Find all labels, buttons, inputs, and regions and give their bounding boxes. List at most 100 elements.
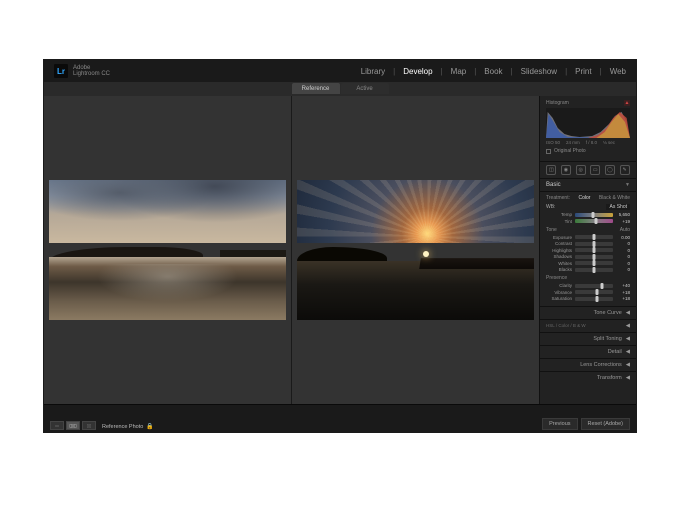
blacks-label: Blacks [546, 267, 572, 272]
module-book[interactable]: Book [484, 67, 502, 76]
whites-slider[interactable]: Whites 0 [546, 261, 630, 266]
chevron-left-icon: ◀ [626, 375, 630, 381]
reference-view-button[interactable]: ◫◫ [66, 421, 80, 430]
compare-tabs: Reference Active [44, 82, 636, 96]
saturation-value[interactable]: +18 [616, 296, 630, 301]
app-window: Lr Adobe Lightroom CC Library| Develop| … [43, 59, 637, 433]
brush-tool-icon[interactable]: ✎ [620, 165, 630, 175]
chevron-left-icon: ◀ [626, 362, 630, 368]
view-mode-buttons: ▭ ◫◫ ▯▯ [50, 421, 96, 430]
blacks-value[interactable]: 0 [616, 267, 630, 272]
brand-text: Adobe Lightroom CC [73, 65, 110, 77]
module-library[interactable]: Library [361, 67, 385, 76]
previous-button[interactable]: Previous [542, 418, 577, 430]
module-print[interactable]: Print [575, 67, 591, 76]
original-photo-checkbox[interactable] [546, 149, 551, 154]
chevron-down-icon: ▼ [625, 182, 630, 188]
clarity-label: Clarity [546, 283, 572, 288]
clarity-slider[interactable]: Clarity +40 [546, 283, 630, 288]
contrast-value[interactable]: 0 [616, 241, 630, 246]
vibrance-value[interactable]: +18 [616, 290, 630, 295]
basic-panel-header[interactable]: Basic ▼ [540, 179, 636, 192]
reference-pane[interactable] [44, 96, 291, 404]
module-web[interactable]: Web [610, 67, 626, 76]
brand: Lr Adobe Lightroom CC [54, 64, 110, 78]
temp-slider[interactable]: Temp 5,650 [546, 212, 630, 217]
wb-label: WB: [546, 204, 555, 210]
histogram-section: Histogram ▲ ISO 50 24 mm f / 8.0 ⅛ sec [540, 96, 636, 162]
tab-active[interactable]: Active [341, 83, 389, 94]
reference-photo [49, 180, 286, 320]
clipping-warning-icon[interactable]: ▲ [624, 100, 630, 106]
split-panel-header[interactable]: Split Toning ◀ [540, 332, 636, 345]
tint-value[interactable]: +19 [616, 219, 630, 224]
exif-shutter: ⅛ sec [603, 140, 615, 145]
whites-value[interactable]: 0 [616, 261, 630, 266]
module-map[interactable]: Map [451, 67, 467, 76]
module-slideshow[interactable]: Slideshow [521, 67, 557, 76]
bottom-bar: ▭ ◫◫ ▯▯ Reference Photo 🔒 Previous Reset… [44, 404, 636, 433]
exposure-label: Exposure [546, 235, 572, 240]
hsl-panel-header[interactable]: HSL / Color / B & W◀ [540, 319, 636, 332]
saturation-slider[interactable]: Saturation +18 [546, 296, 630, 301]
lens-panel-header[interactable]: Lens Corrections◀ [540, 358, 636, 371]
blacks-slider[interactable]: Blacks 0 [546, 267, 630, 272]
highlights-label: Highlights [546, 248, 572, 253]
wb-row: WB: As Shot [546, 204, 630, 210]
exposure-slider[interactable]: Exposure 0.00 [546, 235, 630, 240]
histogram-title: Histogram [546, 100, 569, 106]
module-develop[interactable]: Develop [403, 67, 432, 76]
treatment-color[interactable]: Color [578, 195, 590, 201]
clarity-value[interactable]: +40 [616, 283, 630, 288]
histogram[interactable] [546, 108, 630, 138]
before-after-button[interactable]: ▯▯ [82, 421, 96, 430]
saturation-label: Saturation [546, 296, 572, 301]
treatment-label: Treatment: [546, 195, 570, 201]
split-label: Split Toning [593, 336, 621, 342]
temp-value[interactable]: 5,650 [616, 212, 630, 217]
vibrance-label: Vibrance [546, 290, 572, 295]
whites-label: Whites [546, 261, 572, 266]
redeye-tool-icon[interactable]: ◎ [576, 165, 586, 175]
auto-button[interactable]: Auto [620, 227, 630, 233]
basic-panel: Treatment: Color Black & White WB: As Sh… [540, 192, 636, 306]
lock-icon[interactable]: 🔒 [146, 423, 153, 430]
shadows-slider[interactable]: Shadows 0 [546, 254, 630, 259]
active-photo [297, 180, 534, 320]
chevron-left-icon: ◀ [626, 349, 630, 355]
module-picker: Library| Develop| Map| Book| Slideshow| … [361, 67, 626, 76]
main-area: Histogram ▲ ISO 50 24 mm f / 8.0 ⅛ sec [44, 96, 636, 404]
wb-dropdown[interactable]: As Shot [606, 204, 630, 210]
tonecurve-label: Tone Curve [594, 310, 622, 316]
chevron-left-icon: ◀ [626, 310, 630, 316]
exposure-value[interactable]: 0.00 [616, 235, 630, 240]
detail-label: Detail [608, 349, 622, 355]
tab-reference[interactable]: Reference [292, 83, 340, 94]
tone-label: Tone [546, 227, 557, 233]
detail-panel-header[interactable]: Detail ◀ [540, 345, 636, 358]
compare-viewer [44, 96, 539, 404]
tint-slider[interactable]: Tint+19 [546, 219, 630, 224]
shadows-label: Shadows [546, 254, 572, 259]
reset-button[interactable]: Reset (Adobe) [581, 418, 630, 430]
contrast-slider[interactable]: Contrast 0 [546, 241, 630, 246]
highlights-value[interactable]: 0 [616, 248, 630, 253]
highlights-slider[interactable]: Highlights 0 [546, 248, 630, 253]
original-photo-row[interactable]: Original Photo [546, 145, 630, 157]
crop-tool-icon[interactable]: ◫ [546, 165, 556, 175]
grad-tool-icon[interactable]: ▭ [590, 165, 600, 175]
shadows-value[interactable]: 0 [616, 254, 630, 259]
presence-label: Presence [546, 275, 567, 281]
contrast-label: Contrast [546, 241, 572, 246]
radial-tool-icon[interactable]: ◯ [605, 165, 615, 175]
treatment-bw[interactable]: Black & White [599, 195, 630, 201]
brand-line2: Lightroom CC [73, 71, 110, 77]
spot-tool-icon[interactable]: ◉ [561, 165, 571, 175]
chevron-left-icon: ◀ [626, 336, 630, 342]
vibrance-slider[interactable]: Vibrance +18 [546, 290, 630, 295]
loupe-view-button[interactable]: ▭ [50, 421, 64, 430]
transform-panel-header[interactable]: Transform◀ [540, 371, 636, 384]
tonecurve-panel-header[interactable]: Tone Curve ◀ [540, 306, 636, 319]
temp-label: Temp [546, 212, 572, 217]
active-pane[interactable] [291, 96, 539, 404]
